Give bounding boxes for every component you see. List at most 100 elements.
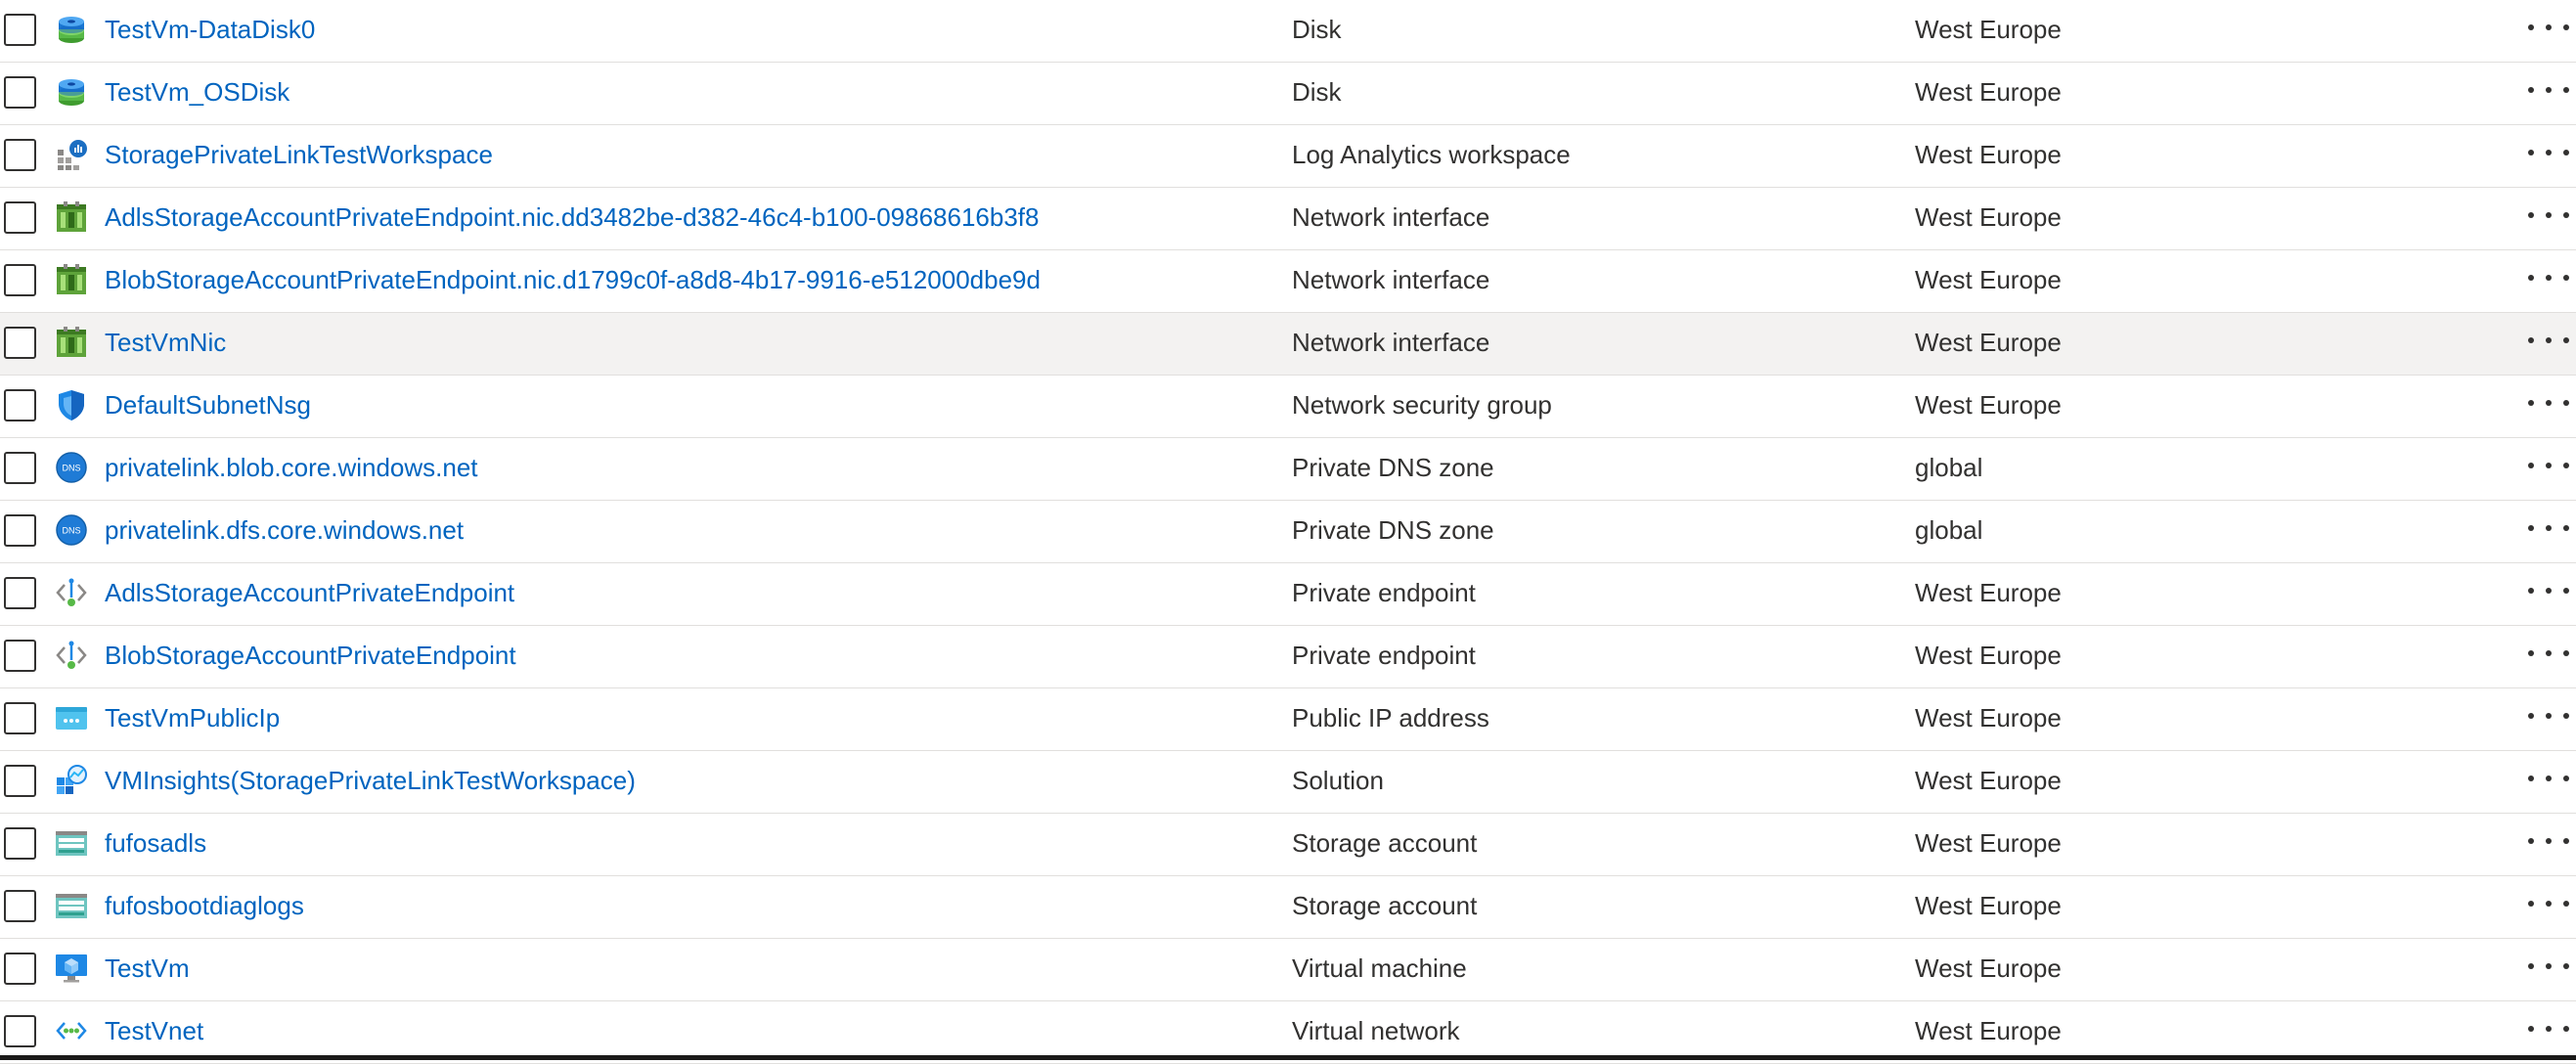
table-row[interactable]: fufosbootdiaglogs Storage account West Eur…	[0, 876, 2576, 939]
more-actions-icon[interactable]	[2528, 642, 2569, 665]
table-row[interactable]: StoragePrivateLinkTestWorkspace Log Analy…	[0, 125, 2576, 188]
table-row[interactable]: DNS privatelink.blob.core.windows.net Priv…	[0, 438, 2576, 501]
dns-icon-text: DNS	[62, 526, 80, 536]
row-checkbox[interactable]	[4, 702, 36, 734]
virtual-network-icon	[55, 1014, 88, 1047]
resource-type: Private endpoint	[1292, 641, 1476, 670]
disk-icon	[55, 13, 88, 46]
table-row[interactable]: fufosadls Storage account West Europe	[0, 814, 2576, 876]
resource-type: Disk	[1292, 15, 1342, 44]
resource-location: West Europe	[1915, 891, 2062, 920]
storage-account-icon	[55, 889, 88, 922]
resource-name-link[interactable]: fufosadls	[105, 828, 206, 858]
resource-name-link[interactable]: privatelink.dfs.core.windows.net	[105, 515, 464, 545]
row-checkbox[interactable]	[4, 765, 36, 797]
resource-type: Virtual machine	[1292, 953, 1467, 983]
row-checkbox[interactable]	[4, 827, 36, 860]
more-actions-icon[interactable]	[2528, 704, 2569, 728]
resource-name-link[interactable]: privatelink.blob.core.windows.net	[105, 453, 478, 482]
resource-location: West Europe	[1915, 1016, 2062, 1045]
resource-name-link[interactable]: TestVm_OSDisk	[105, 77, 289, 107]
dns-icon: DNS	[55, 451, 88, 484]
table-row[interactable]: BlobStorageAccountPrivateEndpoint.nic.d1…	[0, 250, 2576, 313]
row-checkbox[interactable]	[4, 389, 36, 421]
virtual-machine-icon	[55, 952, 88, 985]
row-checkbox[interactable]	[4, 452, 36, 484]
resource-name-link[interactable]: TestVm	[105, 953, 190, 983]
table-row[interactable]: DefaultSubnetNsg Network security group We…	[0, 376, 2576, 438]
resource-name-link[interactable]: fufosbootdiaglogs	[105, 891, 304, 920]
resource-location: West Europe	[1915, 390, 2062, 420]
resource-type: Network interface	[1292, 202, 1490, 232]
table-row[interactable]: DNS privatelink.dfs.core.windows.net Priva…	[0, 501, 2576, 563]
network-interface-icon	[55, 200, 88, 234]
resource-type: Solution	[1292, 766, 1384, 795]
more-actions-icon[interactable]	[2528, 454, 2569, 477]
dns-icon-text: DNS	[62, 464, 80, 473]
table-row[interactable]: AdlsStorageAccountPrivateEndpoint Private…	[0, 563, 2576, 626]
more-actions-icon[interactable]	[2528, 516, 2569, 540]
row-checkbox[interactable]	[4, 1015, 36, 1047]
table-row[interactable]: VMInsights(StoragePrivateLinkTestWorkspa…	[0, 751, 2576, 814]
more-actions-icon[interactable]	[2528, 203, 2569, 227]
row-checkbox[interactable]	[4, 201, 36, 234]
storage-account-icon	[55, 826, 88, 860]
resource-location: West Europe	[1915, 953, 2062, 983]
dns-icon: DNS	[55, 513, 88, 547]
row-checkbox[interactable]	[4, 514, 36, 547]
table-row[interactable]: BlobStorageAccountPrivateEndpoint Private…	[0, 626, 2576, 688]
more-actions-icon[interactable]	[2528, 78, 2569, 102]
resource-type: Network interface	[1292, 328, 1490, 357]
table-row[interactable]: AdlsStorageAccountPrivateEndpoint.nic.dd…	[0, 188, 2576, 250]
resource-type: Private DNS zone	[1292, 453, 1494, 482]
more-actions-icon[interactable]	[2528, 579, 2569, 602]
table-row[interactable]: TestVm-DataDisk0 Disk West Europe	[0, 0, 2576, 63]
resource-location: West Europe	[1915, 641, 2062, 670]
more-actions-icon[interactable]	[2528, 266, 2569, 289]
more-actions-icon[interactable]	[2528, 954, 2569, 978]
network-interface-icon	[55, 263, 88, 296]
resource-name-link[interactable]: TestVmNic	[105, 328, 226, 357]
table-row[interactable]: TestVmNic Network interface West Europe	[0, 313, 2576, 376]
disk-icon	[55, 75, 88, 109]
resource-name-link[interactable]: AdlsStorageAccountPrivateEndpoint.nic.dd…	[105, 202, 1040, 232]
more-actions-icon[interactable]	[2528, 141, 2569, 164]
resource-type: Public IP address	[1292, 703, 1489, 732]
more-actions-icon[interactable]	[2528, 892, 2569, 915]
more-actions-icon[interactable]	[2528, 391, 2569, 415]
resource-name-link[interactable]: StoragePrivateLinkTestWorkspace	[105, 140, 493, 169]
more-actions-icon[interactable]	[2528, 1017, 2569, 1041]
resource-type: Network interface	[1292, 265, 1490, 294]
bottom-border	[0, 1055, 2576, 1060]
table-row[interactable]: TestVm Virtual machine West Europe	[0, 939, 2576, 1001]
more-actions-icon[interactable]	[2528, 16, 2569, 39]
row-checkbox[interactable]	[4, 890, 36, 922]
table-row[interactable]: TestVmPublicIp Public IP address West Euro…	[0, 688, 2576, 751]
more-actions-icon[interactable]	[2528, 767, 2569, 790]
row-checkbox[interactable]	[4, 327, 36, 359]
row-checkbox[interactable]	[4, 139, 36, 171]
row-checkbox[interactable]	[4, 76, 36, 109]
resource-name-link[interactable]: BlobStorageAccountPrivateEndpoint.nic.d1…	[105, 265, 1041, 294]
table-row[interactable]: TestVm_OSDisk Disk West Europe	[0, 63, 2576, 125]
more-actions-icon[interactable]	[2528, 329, 2569, 352]
row-checkbox[interactable]	[4, 14, 36, 46]
row-checkbox[interactable]	[4, 577, 36, 609]
resource-location: West Europe	[1915, 140, 2062, 169]
resource-name-link[interactable]: TestVnet	[105, 1016, 203, 1045]
resource-name-link[interactable]: TestVmPublicIp	[105, 703, 280, 732]
resource-location: global	[1915, 515, 1983, 545]
private-endpoint-icon	[55, 639, 88, 672]
resource-name-link[interactable]: BlobStorageAccountPrivateEndpoint	[105, 641, 516, 670]
resource-type: Storage account	[1292, 828, 1478, 858]
row-checkbox[interactable]	[4, 264, 36, 296]
resource-type: Private endpoint	[1292, 578, 1476, 607]
more-actions-icon[interactable]	[2528, 829, 2569, 853]
resource-name-link[interactable]: AdlsStorageAccountPrivateEndpoint	[105, 578, 514, 607]
resource-name-link[interactable]: VMInsights(StoragePrivateLinkTestWorkspa…	[105, 766, 636, 795]
resource-name-link[interactable]: TestVm-DataDisk0	[105, 15, 315, 44]
row-checkbox[interactable]	[4, 953, 36, 985]
resource-type: Disk	[1292, 77, 1342, 107]
row-checkbox[interactable]	[4, 640, 36, 672]
resource-name-link[interactable]: DefaultSubnetNsg	[105, 390, 311, 420]
